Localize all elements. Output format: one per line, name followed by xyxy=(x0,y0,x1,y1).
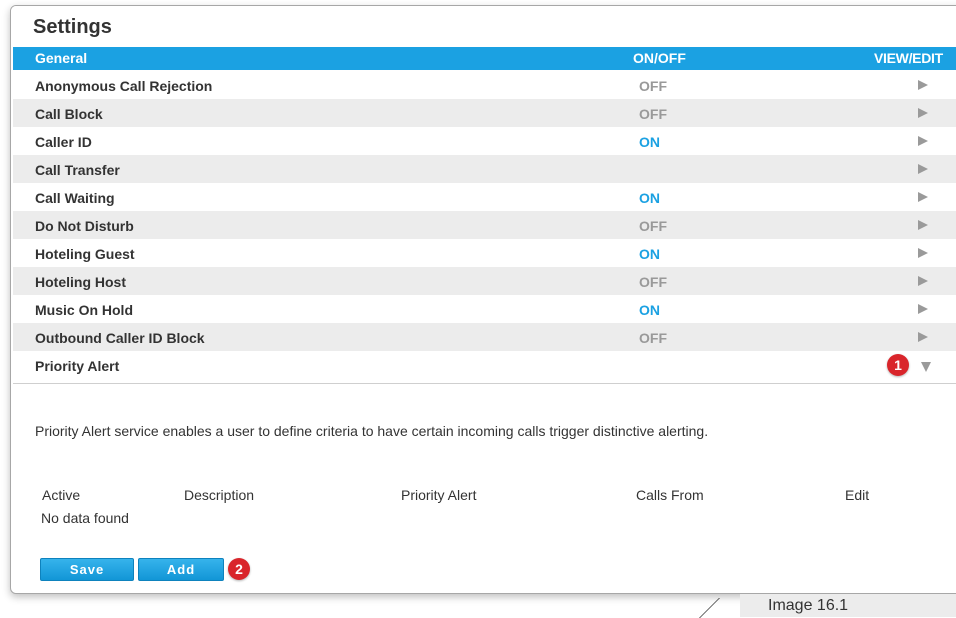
play-arrow-icon[interactable] xyxy=(918,192,928,202)
setting-name: Call Transfer xyxy=(35,162,120,178)
settings-title-bar: Settings xyxy=(11,6,956,44)
setting-name: Outbound Caller ID Block xyxy=(35,330,205,346)
table-header: General ON/OFF VIEW/EDIT xyxy=(13,47,956,70)
header-on-off: ON/OFF xyxy=(633,50,686,66)
page-title: Settings xyxy=(33,16,112,38)
empty-message: No data found xyxy=(41,510,129,526)
play-arrow-icon[interactable] xyxy=(918,80,928,90)
play-arrow-icon[interactable] xyxy=(918,136,928,146)
play-arrow-icon[interactable] xyxy=(918,248,928,258)
setting-state: ON xyxy=(639,302,660,318)
setting-name: Music On Hold xyxy=(35,302,133,318)
setting-state: ON xyxy=(639,190,660,206)
setting-state: ON xyxy=(639,134,660,150)
setting-name: Hoteling Guest xyxy=(35,246,135,262)
column-description: Description xyxy=(184,487,255,503)
column-active: Active xyxy=(42,487,81,503)
play-arrow-icon[interactable] xyxy=(918,220,928,230)
caption-pointer-line xyxy=(699,598,740,618)
setting-row-call-transfer[interactable]: Call Transfer xyxy=(13,155,956,183)
settings-panel: Settings General ON/OFF VIEW/EDIT Anonym… xyxy=(10,5,956,594)
settings-list: Anonymous Call Rejection OFF Call Block … xyxy=(13,71,956,379)
setting-row-hoteling-guest[interactable]: Hoteling Guest ON xyxy=(13,239,956,267)
column-edit: Edit xyxy=(845,487,870,503)
setting-row-outbound-caller-id-block[interactable]: Outbound Caller ID Block OFF xyxy=(13,323,956,351)
play-arrow-icon[interactable] xyxy=(918,332,928,342)
setting-name: Do Not Disturb xyxy=(35,218,134,234)
setting-row-caller-id[interactable]: Caller ID ON xyxy=(13,127,956,155)
setting-state: ON xyxy=(639,246,660,262)
setting-row-music-on-hold[interactable]: Music On Hold ON xyxy=(13,295,956,323)
header-general: General xyxy=(35,50,88,66)
caption-text: Image 16.1 xyxy=(768,597,849,614)
setting-row-priority-alert[interactable]: Priority Alert 1 xyxy=(13,351,956,379)
image-caption: Image 16.1 xyxy=(740,594,956,617)
setting-name: Hoteling Host xyxy=(35,274,126,290)
save-button[interactable]: Save xyxy=(40,558,134,581)
down-triangle-icon[interactable] xyxy=(921,362,931,372)
setting-name: Caller ID xyxy=(35,134,92,150)
priority-alert-details: Priority Alert service enables a user to… xyxy=(13,383,956,593)
setting-name: Anonymous Call Rejection xyxy=(35,78,213,94)
setting-state: OFF xyxy=(639,274,667,290)
header-view-edit: VIEW/EDIT xyxy=(874,50,943,66)
column-calls-from: Calls From xyxy=(636,487,704,503)
setting-row-call-waiting[interactable]: Call Waiting ON xyxy=(13,183,956,211)
setting-state: OFF xyxy=(639,218,667,234)
priority-alert-description: Priority Alert service enables a user to… xyxy=(35,423,709,439)
column-priority-alert: Priority Alert xyxy=(401,487,477,503)
setting-row-call-block[interactable]: Call Block OFF xyxy=(13,99,956,127)
setting-name: Call Block xyxy=(35,106,103,122)
callout-marker-1: 1 xyxy=(887,354,909,376)
setting-state: OFF xyxy=(639,106,667,122)
setting-row-hoteling-host[interactable]: Hoteling Host OFF xyxy=(13,267,956,295)
play-arrow-icon[interactable] xyxy=(918,276,928,286)
setting-name: Call Waiting xyxy=(35,190,115,206)
play-arrow-icon[interactable] xyxy=(918,164,928,174)
setting-row-anonymous-call-rejection[interactable]: Anonymous Call Rejection OFF xyxy=(13,71,956,99)
add-button[interactable]: Add xyxy=(138,558,224,581)
setting-row-do-not-disturb[interactable]: Do Not Disturb OFF xyxy=(13,211,956,239)
play-arrow-icon[interactable] xyxy=(918,304,928,314)
setting-state: OFF xyxy=(639,330,667,346)
play-arrow-icon[interactable] xyxy=(918,108,928,118)
setting-name: Priority Alert xyxy=(35,358,120,374)
callout-marker-2: 2 xyxy=(228,558,250,580)
setting-state: OFF xyxy=(639,78,667,94)
